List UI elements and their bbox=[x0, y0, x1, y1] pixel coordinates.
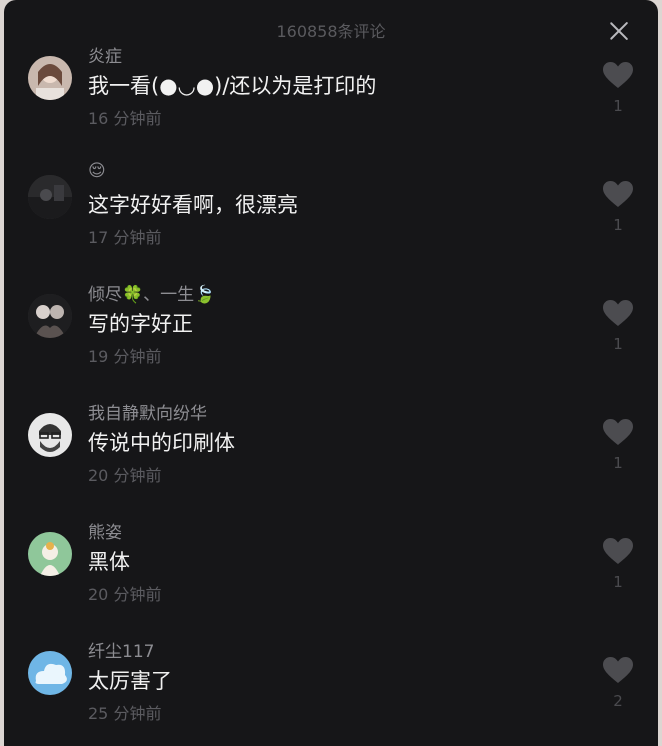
comment-item: 熊姿 黑体 20 分钟前 1 bbox=[4, 523, 658, 651]
comment-time: 19 分钟前 bbox=[88, 347, 162, 366]
comment-time: 20 分钟前 bbox=[88, 585, 162, 604]
like-count: 1 bbox=[613, 573, 623, 591]
comment-text: 传说中的印刷体 bbox=[88, 431, 235, 455]
like-button[interactable]: 2 bbox=[602, 657, 634, 710]
comment-time: 16 分钟前 bbox=[88, 109, 162, 128]
heart-icon bbox=[603, 300, 633, 326]
comment-count-title: 160858条评论 bbox=[276, 22, 386, 41]
like-count: 2 bbox=[613, 692, 623, 710]
heart-icon bbox=[603, 181, 633, 207]
comments-panel: 160858条评论 炎症 我一看(●◡●)/还以为是打印的 16 分钟前 1 😌… bbox=[4, 0, 658, 746]
comment-text: 我一看(●◡●)/还以为是打印的 bbox=[88, 74, 377, 98]
comment-item: 😌 这字好好看啊，很漂亮 17 分钟前 1 bbox=[4, 161, 658, 294]
comment-item: 我自静默向纷华 传说中的印刷体 20 分钟前 1 bbox=[4, 404, 658, 532]
comment-time: 20 分钟前 bbox=[88, 466, 162, 485]
like-count: 1 bbox=[613, 97, 623, 115]
user-name[interactable]: 纤尘117 bbox=[88, 637, 154, 662]
like-button[interactable]: 1 bbox=[602, 62, 634, 115]
comment-text: 写的字好正 bbox=[88, 312, 193, 336]
heart-icon bbox=[603, 538, 633, 564]
user-name[interactable]: 我自静默向纷华 bbox=[88, 399, 207, 424]
like-count: 1 bbox=[613, 216, 623, 234]
user-avatar[interactable] bbox=[28, 294, 72, 338]
comment-text: 这字好好看啊，很漂亮 bbox=[88, 193, 298, 217]
like-count: 1 bbox=[613, 335, 623, 353]
comment-text: 太厉害了 bbox=[88, 669, 172, 693]
like-count: 1 bbox=[613, 454, 623, 472]
like-button[interactable]: 1 bbox=[602, 181, 634, 234]
like-button[interactable]: 1 bbox=[602, 419, 634, 472]
comment-time: 25 分钟前 bbox=[88, 704, 162, 723]
user-avatar[interactable] bbox=[28, 532, 72, 576]
user-name[interactable]: 炎症 bbox=[88, 42, 122, 67]
user-avatar[interactable] bbox=[28, 651, 72, 695]
heart-icon bbox=[603, 62, 633, 88]
comment-item: 倾尽🍀、一生🍃 写的字好正 19 分钟前 1 bbox=[4, 285, 658, 413]
comment-text: 黑体 bbox=[88, 550, 130, 574]
heart-icon bbox=[603, 657, 633, 683]
user-avatar[interactable] bbox=[28, 413, 72, 457]
comment-item: 纤尘117 太厉害了 25 分钟前 2 bbox=[4, 642, 658, 746]
user-name[interactable]: 熊姿 bbox=[88, 518, 122, 543]
like-button[interactable]: 1 bbox=[602, 538, 634, 591]
user-avatar[interactable] bbox=[28, 56, 72, 100]
comment-time: 17 分钟前 bbox=[88, 228, 162, 247]
like-button[interactable]: 1 bbox=[602, 300, 634, 353]
user-name[interactable]: 😌 bbox=[88, 161, 106, 181]
user-name[interactable]: 倾尽🍀、一生🍃 bbox=[88, 280, 215, 305]
close-icon[interactable] bbox=[608, 20, 630, 42]
comment-item: 炎症 我一看(●◡●)/还以为是打印的 16 分钟前 1 bbox=[4, 47, 658, 175]
heart-icon bbox=[603, 419, 633, 445]
user-avatar[interactable] bbox=[28, 175, 72, 219]
